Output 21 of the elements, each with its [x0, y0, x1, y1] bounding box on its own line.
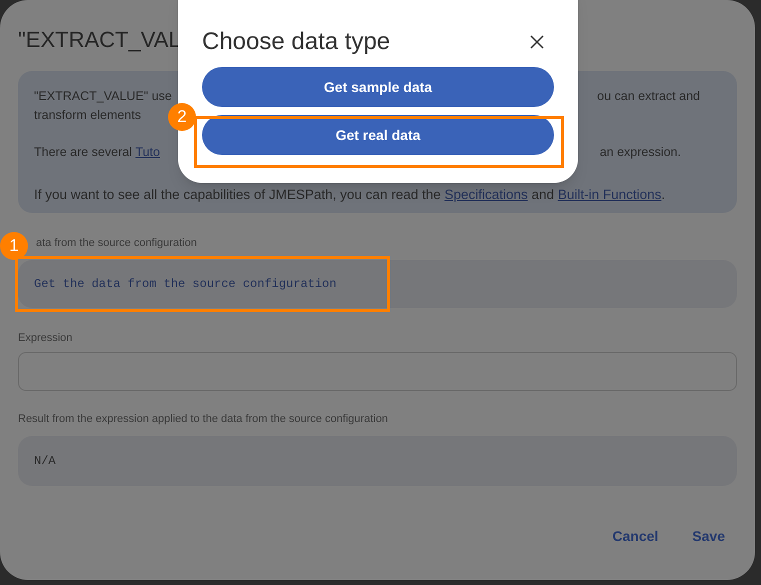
field-label: Result from the expression applied to the data from the source configuration	[18, 412, 388, 427]
info-text: There are several	[34, 144, 133, 160]
info-text: an expression.	[600, 144, 681, 161]
info-text: transform elements	[34, 106, 141, 124]
popup-title: Choose data type	[202, 27, 390, 57]
tutorial-link[interactable]: Tuto	[135, 142, 160, 162]
info-text: ou can extract and	[597, 88, 700, 105]
dialog-button[interactable]: Cancel	[602, 522, 668, 550]
data-type-button[interactable]: Get sample data	[202, 67, 554, 107]
source-data-field: Get the data from the source configuration	[18, 260, 737, 308]
info-text: If you want to see all the capabilities of JMESPath, you can read the Specifications and Built-in Functions.	[34, 186, 666, 204]
built-in-functions-link[interactable]: Built-in Functions	[558, 187, 662, 202]
result-field: N/A	[18, 436, 737, 486]
specifications-link[interactable]: Specifications	[444, 187, 528, 202]
dialog-button[interactable]: Save	[682, 522, 735, 550]
close-icon[interactable]	[530, 35, 544, 49]
field-label: ata from the source configuration	[35, 236, 197, 251]
dialog-title: "EXTRACT_VAL	[18, 26, 181, 54]
info-text: "EXTRACT_VALUE" use	[34, 88, 172, 105]
data-type-button[interactable]: Get real data	[202, 115, 554, 155]
field-label: Expression	[18, 330, 72, 346]
